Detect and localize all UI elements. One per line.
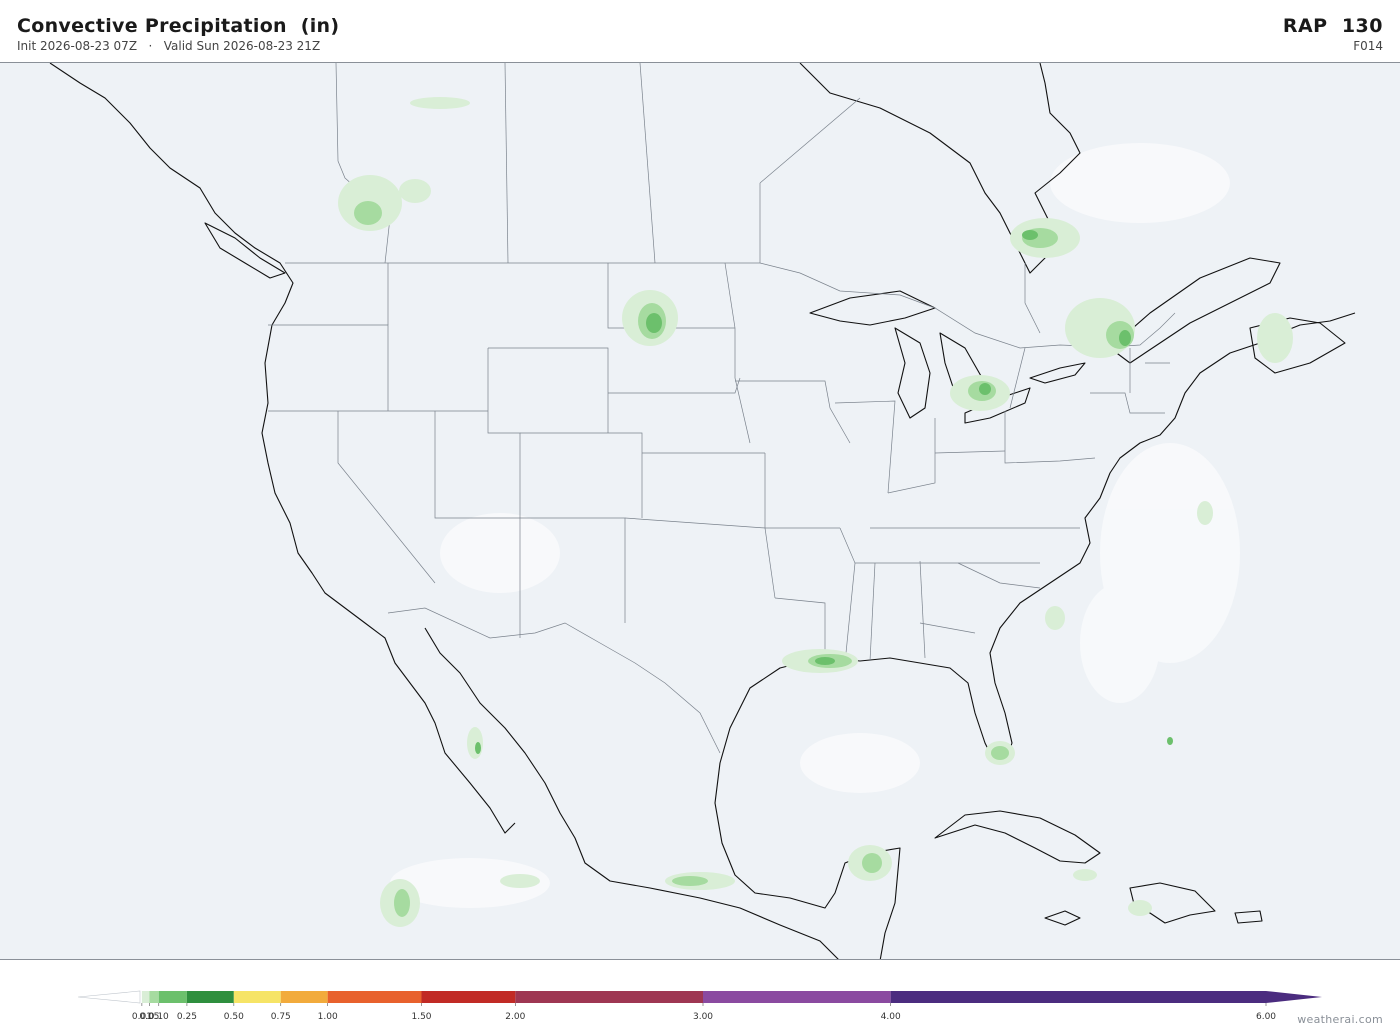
- header: Convective Precipitation (in) Init 2026-…: [0, 0, 1400, 62]
- colorbar: 0.01 0.05 0.10 0.25 0.50 0.75 1.00 1.50 2.00 3.00…: [0, 985, 1400, 1025]
- precip-heavy: [475, 230, 1173, 754]
- colorbar-tick-label: 3.00: [692, 1012, 714, 1022]
- colorbar-over-extension: [1266, 991, 1322, 1003]
- site-credit: weatherai.com: [1297, 1013, 1383, 1026]
- map-canvas: [49, 63, 1356, 959]
- colorbar-under-extension: [77, 990, 141, 1004]
- colorbar-bin-10: [890, 991, 1266, 1003]
- forecast-hour: F014: [1353, 39, 1383, 53]
- init-valid-time: Init 2026-08-23 07Z · Valid Sun 2026-08-…: [17, 39, 321, 53]
- colorbar-tick-label: 2.00: [505, 1012, 526, 1022]
- colorbar-bin-0: [141, 991, 150, 1003]
- trace-precip-haze: [390, 143, 1240, 908]
- map-title: Convective Precipitation (in): [17, 15, 340, 37]
- colorbar-tick-label: 1.50: [411, 1012, 432, 1022]
- colorbar-strip: [77, 990, 1322, 1006]
- colorbar-tick-label: 6.00: [1255, 1012, 1277, 1022]
- colorbar-tick-label: 0.50: [223, 1012, 244, 1022]
- colorbar-bin-1: [149, 991, 159, 1003]
- model-name: RAP 130: [1282, 15, 1383, 37]
- colorbar-bin-2: [158, 991, 187, 1003]
- precipitation-map: [0, 62, 1400, 960]
- colorbar-bin-3: [186, 991, 234, 1003]
- colorbar-tick-label: 1.00: [317, 1012, 338, 1022]
- colorbar-tick-label: 0.25: [176, 1012, 197, 1022]
- colorbar-bin-5: [280, 991, 328, 1003]
- colorbar-tick-label: 0.75: [270, 1012, 291, 1022]
- colorbar-bin-8: [515, 991, 703, 1003]
- colorbar-bin-7: [421, 991, 516, 1003]
- political-borders: [268, 63, 1176, 754]
- colorbar-bin-4: [233, 991, 281, 1003]
- colorbar-tick-label: 4.00: [880, 1012, 901, 1022]
- colorbar-bin-6: [327, 991, 422, 1003]
- colorbar-bin-9: [703, 991, 891, 1003]
- colorbar-tick-label: 0.10: [148, 1012, 169, 1022]
